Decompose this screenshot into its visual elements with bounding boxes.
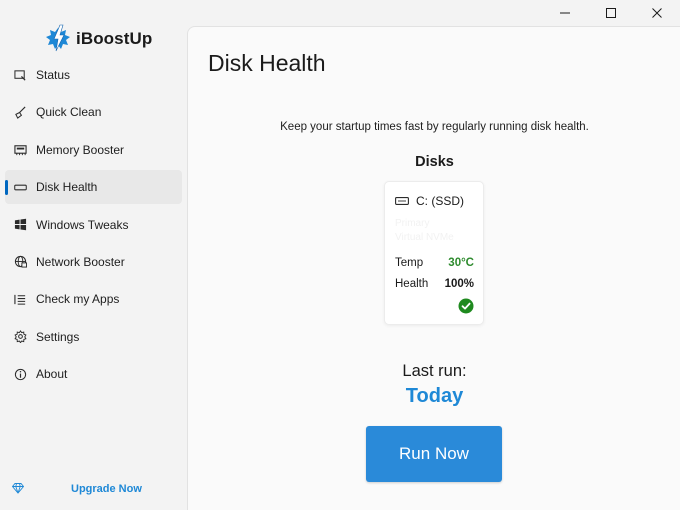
sidebar-item-settings[interactable]: Settings	[5, 320, 182, 354]
page-title: Disk Health	[208, 50, 326, 76]
sidebar-item-check-my-apps[interactable]: Check my Apps	[5, 282, 182, 316]
windows-icon	[13, 218, 27, 232]
disk-detail-model: Virtual NVMe	[395, 232, 454, 243]
status-icon	[13, 68, 27, 82]
disk-name: C: (SSD)	[416, 194, 464, 208]
check-circle-icon	[458, 298, 474, 314]
sidebar-item-windows-tweaks[interactable]: Windows Tweaks	[5, 208, 182, 242]
disk-icon	[13, 180, 27, 194]
disk-health-value: 100%	[444, 278, 474, 290]
app-brand: iBoostUp	[44, 24, 152, 54]
sidebar: iBoostUp Status Quick Clean Memory Boost…	[0, 0, 187, 510]
disk-health-row: Health 100%	[395, 278, 474, 290]
sidebar-item-label: Disk Health	[36, 180, 98, 195]
disk-card[interactable]: C: (SSD) Primary Virtual NVMe Temp 30°C …	[384, 181, 484, 325]
sidebar-item-label: Memory Booster	[36, 142, 125, 157]
disk-title: C: (SSD)	[395, 194, 464, 208]
drive-icon	[395, 197, 409, 205]
minimize-button[interactable]	[542, 0, 588, 26]
sidebar-item-about[interactable]: About	[5, 357, 182, 391]
maximize-button[interactable]	[588, 0, 634, 26]
window-controls	[542, 0, 680, 26]
sidebar-item-status[interactable]: Status	[5, 58, 182, 92]
info-icon	[13, 367, 27, 381]
apps-list-icon	[13, 292, 27, 306]
sidebar-item-label: Status	[36, 68, 71, 82]
disk-detail-primary: Primary	[395, 218, 430, 229]
sidebar-item-quick-clean[interactable]: Quick Clean	[5, 95, 182, 129]
minimize-icon	[560, 12, 570, 14]
logo-icon	[46, 24, 70, 52]
run-now-button[interactable]: Run Now	[366, 426, 502, 482]
sidebar-item-label: About	[36, 367, 68, 382]
sidebar-item-disk-health[interactable]: Disk Health	[5, 170, 182, 205]
upgrade-now-link[interactable]: Upgrade Now	[12, 482, 182, 495]
close-button[interactable]	[634, 0, 680, 26]
gear-icon	[13, 330, 27, 344]
broom-icon	[13, 105, 27, 119]
page-subtitle: Keep your startup times fast by regularl…	[280, 121, 589, 133]
sidebar-item-label: Windows Tweaks	[36, 217, 129, 232]
diamond-icon	[12, 483, 24, 494]
memory-icon	[13, 143, 27, 157]
last-run-label: Last run:	[402, 362, 467, 380]
close-icon	[652, 8, 662, 18]
sidebar-item-label: Settings	[36, 329, 80, 344]
sidebar-item-label: Network Booster	[36, 254, 125, 269]
app-name: iBoostUp	[76, 29, 153, 48]
disk-health-label: Health	[395, 278, 429, 290]
sidebar-item-network-booster[interactable]: Network Booster	[5, 245, 182, 279]
disks-heading: Disks	[415, 154, 454, 170]
sidebar-item-memory-booster[interactable]: Memory Booster	[5, 133, 182, 167]
disk-temp-label: Temp	[395, 257, 424, 269]
maximize-icon	[606, 8, 616, 18]
sidebar-item-label: Quick Clean	[36, 105, 102, 120]
disk-temp-row: Temp 30°C	[395, 257, 474, 269]
globe-icon	[13, 255, 27, 269]
sidebar-nav: Status Quick Clean Memory Booster Disk H…	[5, 58, 182, 395]
disk-temp-value: 30°C	[448, 257, 474, 269]
last-run-value: Today	[405, 385, 464, 407]
main-panel: Disk Health Keep your startup times fast…	[187, 26, 680, 510]
upgrade-now-label: Upgrade Now	[71, 483, 142, 495]
sidebar-item-label: Check my Apps	[36, 292, 120, 307]
